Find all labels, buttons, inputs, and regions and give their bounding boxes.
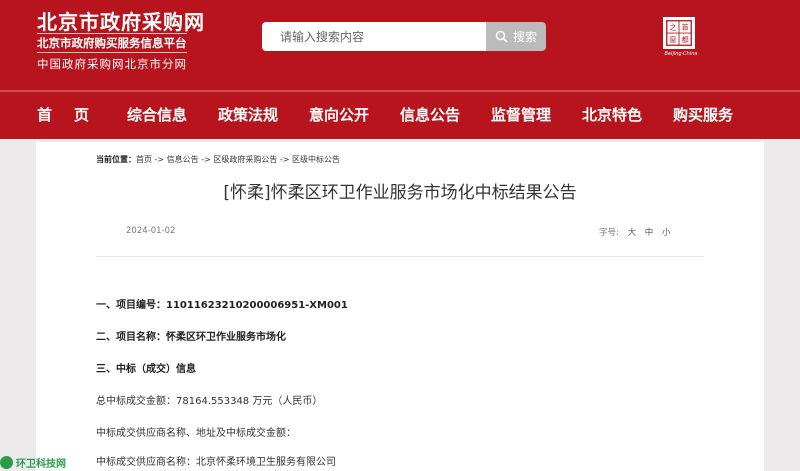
svg-text:首: 首 [682, 23, 689, 32]
font-size-small[interactable]: 小 [662, 228, 671, 238]
capital-window-emblem[interactable]: 之 首 窗 都 [663, 17, 695, 49]
search-button[interactable]: 搜索 [486, 22, 546, 51]
publish-date: 2024-01-02 [126, 226, 176, 236]
supplier-info-heading: 中标成交供应商名称、地址及中标成交金额： [96, 428, 296, 439]
nav-purchase-services[interactable]: 购买服务 [673, 92, 733, 139]
font-size-large[interactable]: 大 [628, 228, 637, 238]
award-info-heading: 三、中标（成交）信息 [96, 364, 196, 375]
breadcrumb-path[interactable]: 首页 -> 信息公告 -> 区级政府采购公告 -> 区级中标公告 [136, 155, 340, 164]
search-button-label: 搜索 [512, 30, 537, 44]
font-size-medium[interactable]: 中 [645, 228, 654, 238]
article-title: [怀柔]怀柔区环卫作业服务市场化中标结果公告 [223, 183, 577, 203]
nav-policies[interactable]: 政策法规 [218, 92, 278, 139]
svg-text:之: 之 [669, 23, 676, 32]
svg-text:窗: 窗 [669, 35, 676, 44]
site-title[interactable]: 北京市政府采购网 [37, 6, 205, 35]
search-icon [495, 30, 508, 43]
site-header: 北京市政府采购网 北京市政府购买服务信息平台 中国政府采购网北京市分网 搜索 之… [0, 0, 800, 90]
total-award-amount: 总中标成交金额：78164.553348 万元（人民币） [96, 396, 323, 407]
site-branch: 中国政府采购网北京市分网 [37, 57, 187, 71]
nav-announcements[interactable]: 信息公告 [400, 92, 460, 139]
svg-text:都: 都 [682, 36, 689, 44]
supplier-name: 中标成交供应商名称：北京怀柔环境卫生服务有限公司 [96, 457, 336, 468]
project-name: 二、项目名称：怀柔区环卫作业服务市场化 [96, 332, 286, 343]
site-subtitle: 北京市政府购买服务信息平台 [37, 33, 187, 53]
breadcrumb-label: 当前位置： [96, 155, 136, 164]
font-size-control: 字号: 大 中 小 [599, 226, 671, 238]
watermark: 环卫科技网 [0, 454, 66, 471]
project-number: 一、项目编号：11011623210200006951-XM001 [96, 300, 348, 311]
emblem-logo-icon: 之 首 窗 都 [665, 19, 693, 47]
watermark-logo-icon [0, 456, 13, 469]
title-divider [96, 256, 704, 257]
main-nav: 首页 综合信息 政策法规 意向公开 信息公告 监督管理 北京特色 购买服务 [0, 92, 800, 139]
nav-home[interactable]: 首页 [37, 92, 111, 139]
nav-supervision[interactable]: 监督管理 [491, 92, 551, 139]
watermark-text: 环卫科技网 [16, 459, 66, 470]
nav-general-info[interactable]: 综合信息 [127, 92, 187, 139]
font-size-label: 字号: [599, 228, 619, 238]
search-input[interactable] [262, 22, 486, 51]
nav-intent-disclosure[interactable]: 意向公开 [309, 92, 369, 139]
breadcrumb: 当前位置：首页 -> 信息公告 -> 区级政府采购公告 -> 区级中标公告 [96, 154, 340, 165]
emblem-caption: Beijing·China [664, 51, 698, 57]
nav-beijing-features[interactable]: 北京特色 [582, 92, 642, 139]
